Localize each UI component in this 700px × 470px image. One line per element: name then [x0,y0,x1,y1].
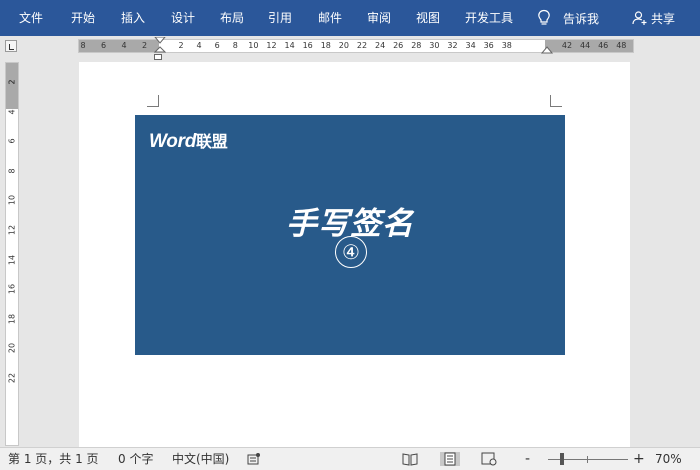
brand-logo-cn: 联盟 [196,132,228,151]
zoom-in-button[interactable]: + [633,448,645,470]
ruler-tick-label: 4 [7,109,17,115]
first-line-indent-marker-icon[interactable] [154,37,166,55]
ruler-tick-label: 22 [356,41,368,50]
tab-developer[interactable]: 开发工具 [465,0,513,36]
ruler-tick-label: 48 [616,41,627,50]
ruler-tick-label: 36 [483,41,494,50]
ruler-tick-label: 8 [80,41,86,50]
ruler-tick-label: 14 [7,254,17,265]
ruler-tick-label: 24 [375,41,386,50]
ruler-tick-label: 46 [598,41,609,50]
ruler-tick-label: 12 [266,41,277,50]
ruler-tick-label: 18 [7,313,17,324]
tab-insert[interactable]: 插入 [121,0,145,36]
zoom-slider-thumb[interactable] [560,453,564,465]
ruler-tick-label: 42 [561,41,573,50]
ruler-tick-label: 10 [7,195,17,206]
ribbon-tab-bar: 文件 开始 插入 设计 布局 引用 邮件 审阅 视图 开发工具 告诉我 共享 [0,0,700,36]
ruler-tick-label: 28 [411,41,422,50]
vertical-ruler[interactable]: 2 2 4 6 8 10 12 14 16 18 20 22 [5,62,19,446]
ruler-tick-label: 4 [121,41,127,50]
ruler-tick-label: 22 [7,372,17,384]
ruler-tick-label: 4 [196,41,202,50]
crop-mark-top-right [550,95,562,107]
ruler-tick-label: 26 [393,41,404,50]
tab-layout[interactable]: 布局 [220,0,244,36]
ruler-tick-label: 16 [7,284,17,295]
tell-me-label: 告诉我 [563,11,600,26]
ruler-tick-label: 16 [302,41,313,50]
crop-mark-top-left [147,95,159,107]
right-indent-marker-icon[interactable] [541,45,553,55]
tab-design[interactable]: 设计 [171,0,195,36]
ruler-tick-label: 8 [7,168,17,174]
tab-view[interactable]: 视图 [416,0,440,36]
tab-stop-selector-icon[interactable] [5,40,17,52]
ruler-tick-label: 2 [178,41,184,50]
print-layout-icon [444,452,456,466]
tab-references[interactable]: 引用 [268,0,292,36]
web-layout-icon[interactable] [481,452,497,466]
word-count[interactable]: 0 个字 [118,448,153,470]
tab-mailings[interactable]: 邮件 [318,0,342,36]
ruler-tick-label: 8 [232,41,238,50]
ruler-tick-label: 32 [447,41,458,50]
ruler-tick-label: 18 [320,41,331,50]
document-page[interactable]: Word联盟 手写签名 ④ [79,62,630,447]
ruler-tick-label: 20 [7,343,17,354]
status-bar: 第 1 页，共 1 页 0 个字 中文(中国) - + 70% [0,447,700,470]
horizontal-ruler[interactable]: 8 6 4 2 2 4 6 8 10 12 14 16 18 20 22 24 26 28 30 32 34 36 38 42… [78,37,634,55]
ruler-tick-label: 30 [429,41,440,50]
zoom-level[interactable]: 70% [655,448,682,470]
tell-me-box[interactable]: 告诉我 [537,0,599,36]
ruler-tick-label: 14 [284,41,295,50]
print-layout-button[interactable] [440,452,460,466]
ruler-tick-label: 6 [214,41,220,50]
zoom-out-button[interactable]: - [525,448,530,470]
lightbulb-icon [537,9,551,27]
page-count[interactable]: 第 1 页，共 1 页 [8,448,99,470]
read-mode-icon[interactable] [402,452,418,466]
ruler-tick-label: 2 [7,79,17,85]
tab-review[interactable]: 审阅 [367,0,391,36]
share-label: 共享 [651,11,676,26]
zoom-slider-center-mark [587,456,588,463]
ruler-tick-label: 12 [7,224,17,236]
tab-home[interactable]: 开始 [71,0,95,36]
circled-number: ④ [335,236,367,268]
ruler-tick-label: 2 [141,41,148,50]
brand-logo: Word联盟 [149,128,228,153]
ruler-tick-label: 6 [100,41,107,50]
ruler-tick-label: 38 [501,41,512,50]
cover-image[interactable]: Word联盟 手写签名 ④ [135,115,565,355]
ruler-tick-label: 10 [248,41,259,50]
tab-file[interactable]: 文件 [19,0,43,36]
person-add-icon [632,10,648,26]
ruler-tick-label: 34 [465,41,476,50]
ruler-tick-label: 44 [580,41,591,50]
macro-record-icon[interactable] [246,452,262,466]
ruler-tick-label: 6 [7,138,17,144]
share-button[interactable]: 共享 [632,0,675,36]
language-indicator[interactable]: 中文(中国) [172,448,229,470]
left-indent-marker-icon[interactable] [154,54,162,60]
brand-logo-word: Word [149,131,196,152]
ruler-tick-label: 20 [338,41,349,50]
